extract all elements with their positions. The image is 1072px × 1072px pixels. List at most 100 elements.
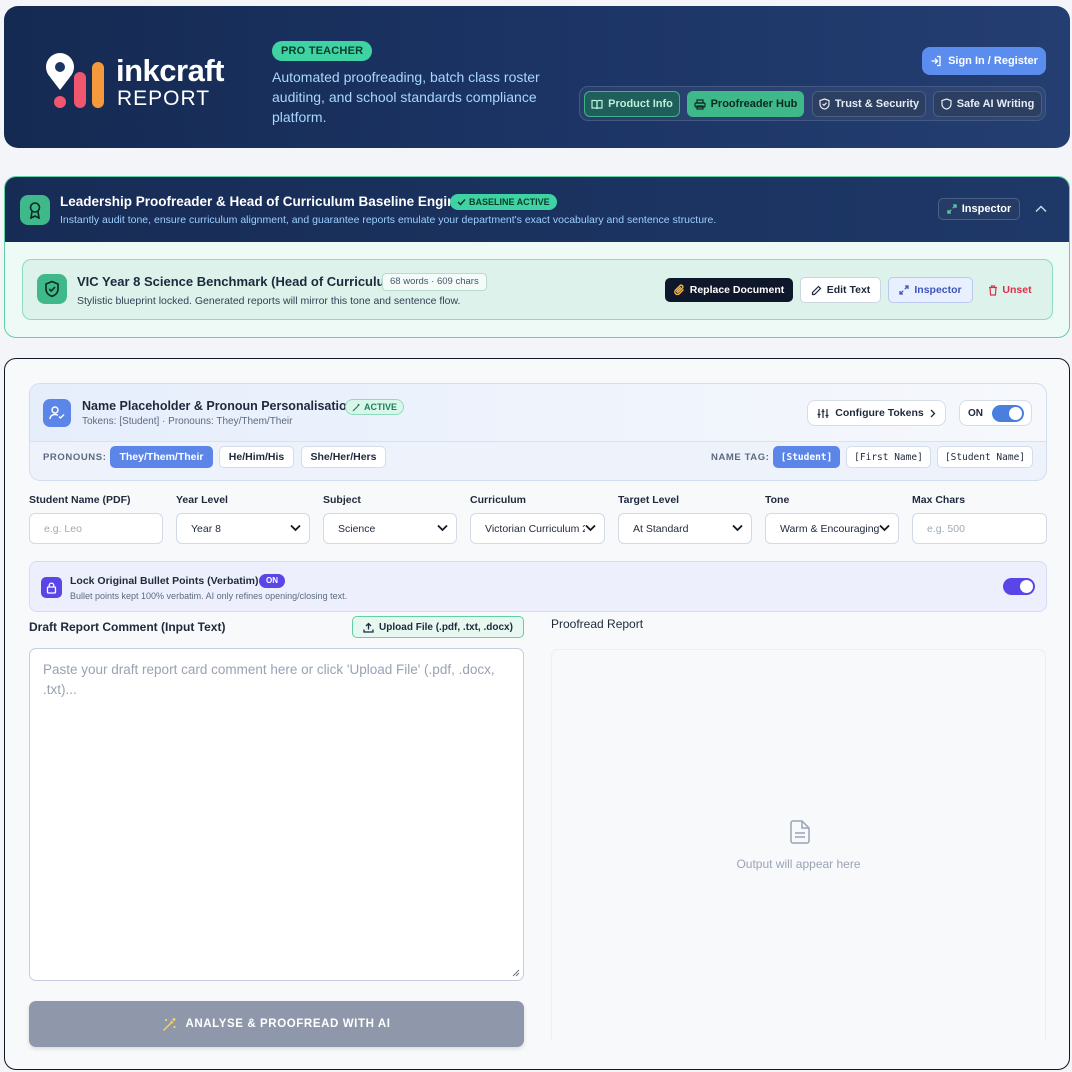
nav-safe-ai-writing-label: Safe AI Writing: [956, 98, 1035, 110]
paperclip-icon: [673, 284, 684, 296]
sign-in-label: Sign In / Register: [948, 55, 1038, 67]
benchmark-card: VIC Year 8 Science Benchmark (Head of Cu…: [22, 259, 1053, 320]
sign-in-button[interactable]: Sign In / Register: [922, 47, 1046, 75]
draft-input[interactable]: Paste your draft report card comment her…: [29, 648, 524, 981]
personalisation-toggle-box: ON: [959, 400, 1032, 426]
nav-trust-security[interactable]: Trust & Security: [812, 91, 926, 117]
nav-proofreader-hub-label: Proofreader Hub: [710, 98, 798, 110]
name-tag-chip-student-name[interactable]: [Student Name]: [937, 446, 1033, 468]
name-tag-chip-first-name[interactable]: [First Name]: [846, 446, 931, 468]
subject-select[interactable]: Science: [323, 513, 457, 544]
max-chars-input[interactable]: e.g. 500: [912, 513, 1047, 544]
toggle-label: ON: [968, 408, 983, 419]
nav-product-info[interactable]: Product Info: [584, 91, 680, 117]
edit-text-button[interactable]: Edit Text: [800, 277, 881, 303]
proofread-output: Output will appear here: [551, 649, 1046, 1041]
baseline-status-badge: BASELINE ACTIVE: [450, 194, 557, 210]
chevron-down-icon: [732, 524, 743, 532]
pronoun-chip-they[interactable]: They/Them/Their: [110, 446, 213, 468]
chevron-down-icon: [290, 524, 301, 532]
logo-mark-icon: [46, 53, 104, 108]
draft-label: Draft Report Comment (Input Text): [29, 620, 226, 634]
configure-tokens-button[interactable]: Configure Tokens: [807, 400, 946, 426]
benchmark-subtitle: Stylistic blueprint locked. Generated re…: [77, 295, 461, 307]
tone-select[interactable]: Warm & Encouraging: [765, 513, 899, 544]
chevron-right-icon: [930, 409, 936, 417]
benchmark-inspector-button[interactable]: Inspector: [888, 277, 973, 303]
resize-handle-icon[interactable]: [511, 968, 520, 977]
lock-bullets-panel: Lock Original Bullet Points (Verbatim) O…: [29, 561, 1047, 612]
baseline-header[interactable]: Leadership Proofreader & Head of Curricu…: [5, 177, 1069, 242]
upload-file-button[interactable]: Upload File (.pdf, .txt, .docx): [352, 616, 524, 638]
proofreader-workspace: Name Placeholder & Pronoun Personalisati…: [4, 358, 1070, 1070]
student-name-input[interactable]: e.g. Leo: [29, 513, 163, 544]
check-icon: [457, 198, 466, 206]
replace-document-button[interactable]: Replace Document: [665, 278, 793, 302]
proofread-report-label: Proofread Report: [551, 617, 644, 631]
nav-trust-security-label: Trust & Security: [834, 98, 920, 110]
collapse-button[interactable]: [1032, 200, 1050, 218]
curriculum-label: Curriculum: [470, 494, 527, 506]
year-level-select[interactable]: Year 8: [176, 513, 310, 544]
lock-bullets-toggle[interactable]: [1003, 578, 1035, 595]
brand-name: inkcraft: [116, 53, 224, 88]
chevron-up-icon: [1035, 205, 1047, 213]
pronoun-chip-he[interactable]: He/Him/His: [219, 446, 294, 468]
personalisation-toggle[interactable]: [992, 405, 1024, 422]
shield-check-icon: [37, 274, 67, 304]
brand-logo[interactable]: inkcraft REPORT: [44, 50, 244, 114]
target-level-label: Target Level: [618, 494, 680, 506]
curriculum-select[interactable]: Victorian Curriculum 2: [470, 513, 605, 544]
magic-wand-icon: [163, 1017, 176, 1031]
baseline-subtitle: Instantly audit tone, ensure curriculum …: [60, 214, 717, 226]
lock-title: Lock Original Bullet Points (Verbatim): [70, 575, 259, 587]
sliders-icon: [817, 408, 829, 418]
nav-product-info-label: Product Info: [608, 98, 673, 110]
sparkle-icon: [352, 403, 360, 411]
shield-icon: [819, 98, 830, 110]
target-level-select[interactable]: At Standard: [618, 513, 752, 544]
personalisation-status-badge: ACTIVE: [345, 399, 405, 415]
expand-icon: [947, 204, 957, 214]
login-icon: [931, 55, 941, 67]
unset-button[interactable]: Unset: [985, 277, 1035, 303]
chevron-down-icon: [879, 524, 890, 532]
personalisation-panel: Name Placeholder & Pronoun Personalisati…: [29, 383, 1047, 481]
expand-icon: [899, 285, 910, 295]
chevron-down-icon: [437, 524, 448, 532]
printer-icon: [693, 98, 706, 110]
upload-icon: [363, 622, 374, 633]
top-nav: Product Info Proofreader Hub Trust & Sec…: [579, 86, 1046, 121]
award-icon: [20, 195, 50, 225]
pencil-icon: [811, 285, 822, 295]
trash-icon: [989, 284, 998, 296]
app-header: inkcraft REPORT PRO TEACHER Automated pr…: [4, 6, 1070, 148]
name-tag-chip-student[interactable]: [Student]: [773, 446, 840, 468]
personalisation-header: Name Placeholder & Pronoun Personalisati…: [30, 384, 1046, 442]
lock-icon: [41, 577, 62, 598]
subject-label: Subject: [323, 494, 361, 506]
pronouns-label: PRONOUNS:: [43, 452, 107, 463]
max-chars-label: Max Chars: [912, 494, 966, 506]
analyse-button[interactable]: ANALYSE & PROOFREAD WITH AI: [29, 1001, 524, 1047]
output-empty-text: Output will appear here: [736, 857, 861, 871]
lock-subtitle: Bullet points kept 100% verbatim. AI onl…: [70, 591, 348, 601]
pronoun-chip-she[interactable]: She/Her/Hers: [301, 446, 386, 468]
personalisation-subtitle: Tokens: [Student] · Pronouns: They/Them/…: [82, 416, 293, 427]
year-level-label: Year Level: [176, 494, 228, 506]
brand-sub: REPORT: [117, 87, 211, 110]
document-icon: [790, 820, 810, 844]
nav-safe-ai-writing[interactable]: Safe AI Writing: [933, 91, 1042, 117]
nav-proofreader-hub[interactable]: Proofreader Hub: [687, 91, 804, 117]
student-name-label: Student Name (PDF): [29, 494, 131, 506]
chevron-down-icon: [585, 524, 596, 532]
lock-status-badge: ON: [259, 574, 285, 588]
baseline-inspector-button[interactable]: Inspector: [938, 198, 1020, 220]
benchmark-title: VIC Year 8 Science Benchmark (Head of Cu…: [77, 274, 401, 289]
tone-label: Tone: [765, 494, 790, 506]
baseline-engine-panel: Leadership Proofreader & Head of Curricu…: [4, 176, 1070, 338]
plan-badge: PRO TEACHER: [272, 41, 373, 61]
book-icon: [591, 99, 603, 109]
personalisation-title: Name Placeholder & Pronoun Personalisati…: [82, 399, 355, 413]
draft-placeholder: Paste your draft report card comment her…: [43, 662, 495, 697]
